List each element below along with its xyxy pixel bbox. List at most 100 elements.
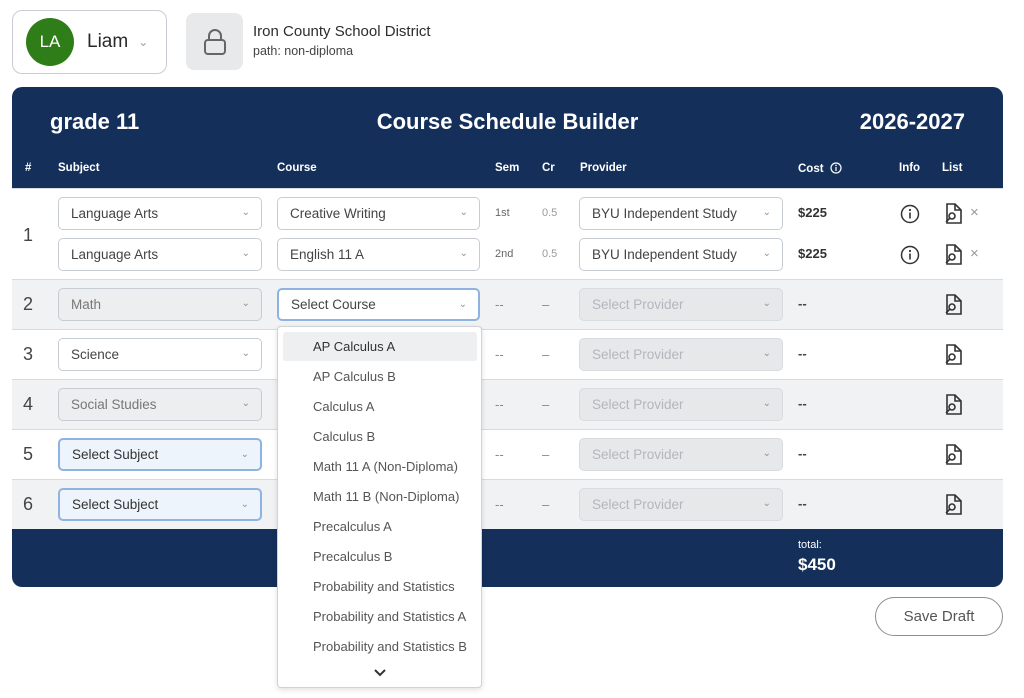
subject-value: Social Studies <box>71 397 157 412</box>
document-search-icon[interactable] <box>942 393 964 417</box>
col-cr: Cr <box>542 162 555 174</box>
document-search-icon[interactable] <box>942 343 964 367</box>
document-search-icon[interactable] <box>942 443 964 467</box>
subject-select[interactable]: Select Subject ⌄ <box>58 488 262 521</box>
total-cost: $450 <box>798 555 836 574</box>
scroll-down-chevron-icon[interactable] <box>278 668 481 680</box>
provider-value: Select Provider <box>592 297 684 312</box>
info-icon[interactable] <box>899 244 921 266</box>
document-search-icon[interactable] <box>942 243 964 267</box>
dropdown-option[interactable]: Math 11 A (Non-Diploma) <box>283 452 477 481</box>
row-number: 2 <box>23 294 34 314</box>
chevron-down-icon: ⌄ <box>762 448 771 459</box>
schedule-card: grade 11 Course Schedule Builder 2026-20… <box>12 87 1003 587</box>
col-course: Course <box>277 162 317 174</box>
save-draft-button[interactable]: Save Draft <box>875 597 1003 636</box>
table-row: 2 Math ⌄ Select Course ⌄ -- – Select Provi… <box>12 279 1003 329</box>
close-icon[interactable]: × <box>970 245 979 262</box>
col-cost: Cost <box>798 162 842 175</box>
subject-value: Select Subject <box>72 447 159 462</box>
chevron-down-icon: ⌄ <box>241 248 250 259</box>
row-number: 3 <box>23 344 34 364</box>
lock-icon[interactable] <box>186 13 243 70</box>
semester: -- <box>495 297 504 312</box>
card-footer: total: $450 <box>12 529 1003 587</box>
district-path: path: non-diploma <box>253 44 354 58</box>
provider-value: Select Provider <box>592 447 684 462</box>
document-search-icon[interactable] <box>942 202 964 226</box>
subject-select[interactable]: Science ⌄ <box>58 338 262 371</box>
dropdown-option[interactable]: Calculus A <box>283 392 477 421</box>
dropdown-option[interactable]: Probability and Statistics B <box>283 632 477 661</box>
provider-select: Select Provider ⌄ <box>579 338 783 371</box>
course-dropdown-menu: AP Calculus A AP Calculus B Calculus A C… <box>277 326 482 688</box>
course-select[interactable]: English 11 A ⌄ <box>277 238 480 271</box>
credits: – <box>542 347 550 362</box>
table-row: 5 Select Subject ⌄ -- – Select Provider ⌄ … <box>12 429 1003 479</box>
chevron-down-icon: ⌄ <box>762 498 771 509</box>
document-search-icon[interactable] <box>942 493 964 517</box>
course-cost: -- <box>798 346 807 361</box>
col-num: # <box>25 162 32 174</box>
dropdown-option[interactable]: Precalculus A <box>283 512 477 541</box>
chevron-down-icon: ⌄ <box>458 299 467 310</box>
dropdown-option[interactable]: Calculus B <box>283 422 477 451</box>
provider-value: BYU Independent Study <box>592 206 737 221</box>
semester: -- <box>495 497 504 512</box>
provider-select: Select Provider ⌄ <box>579 488 783 521</box>
dropdown-option[interactable]: Probability and Statistics A <box>283 602 477 631</box>
chevron-down-icon: ⌄ <box>241 298 250 309</box>
table-row: 3 Science ⌄ -- – Select Provider ⌄ -- <box>12 329 1003 379</box>
course-cost: -- <box>798 396 807 411</box>
dropdown-option[interactable]: Precalculus B <box>283 542 477 571</box>
subject-select[interactable]: Language Arts ⌄ <box>58 238 262 271</box>
course-value: Creative Writing <box>290 206 386 221</box>
credits: – <box>542 447 550 462</box>
course-select[interactable]: Select Course ⌄ <box>277 288 480 321</box>
district-info: Iron County School District path: non-di… <box>253 23 431 58</box>
document-search-icon[interactable] <box>942 293 964 317</box>
chevron-down-icon: ⌄ <box>241 348 250 359</box>
table-row: 6 Select Subject ⌄ -- – Select Provider ⌄ … <box>12 479 1003 529</box>
course-cost: $225 <box>798 246 827 261</box>
chevron-down-icon: ⌄ <box>241 207 250 218</box>
dropdown-option[interactable]: AP Calculus A <box>283 332 477 361</box>
table-row: 1 Language Arts ⌄ Creative Writing ⌄ 1st 0… <box>12 188 1003 279</box>
course-cost: -- <box>798 496 807 511</box>
subject-select[interactable]: Math ⌄ <box>58 288 262 321</box>
provider-select: Select Provider ⌄ <box>579 438 783 471</box>
semester: -- <box>495 347 504 362</box>
chevron-down-icon: ⌄ <box>459 248 468 259</box>
course-cost: $225 <box>798 205 827 220</box>
chevron-down-icon: ⌄ <box>762 348 771 359</box>
chevron-down-icon: ⌄ <box>762 207 771 218</box>
subject-value: Language Arts <box>71 247 159 262</box>
chevron-down-icon: ⌄ <box>240 449 249 460</box>
credits: 0.5 <box>542 207 558 219</box>
close-icon[interactable]: × <box>970 204 979 221</box>
subject-select[interactable]: Social Studies ⌄ <box>58 388 262 421</box>
chevron-down-icon: ⌄ <box>138 35 149 49</box>
subject-select[interactable]: Language Arts ⌄ <box>58 197 262 230</box>
info-icon[interactable] <box>899 203 921 225</box>
course-select[interactable]: Creative Writing ⌄ <box>277 197 480 230</box>
chevron-down-icon: ⌄ <box>762 298 771 309</box>
course-cost: -- <box>798 446 807 461</box>
provider-select[interactable]: BYU Independent Study ⌄ <box>579 238 783 271</box>
credits: – <box>542 397 550 412</box>
course-value: Select Course <box>291 297 376 312</box>
credits: 0.5 <box>542 248 558 260</box>
provider-select[interactable]: BYU Independent Study ⌄ <box>579 197 783 230</box>
semester: -- <box>495 447 504 462</box>
col-provider: Provider <box>580 162 627 174</box>
subject-select[interactable]: Select Subject ⌄ <box>58 438 262 471</box>
dropdown-option[interactable]: Probability and Statistics <box>283 572 477 601</box>
info-icon[interactable] <box>830 162 842 174</box>
provider-value: Select Provider <box>592 347 684 362</box>
row-number: 6 <box>23 494 34 514</box>
user-selector[interactable]: LA Liam ⌄ <box>12 10 167 74</box>
dropdown-option[interactable]: Math 11 B (Non-Diploma) <box>283 482 477 511</box>
dropdown-option[interactable]: AP Calculus B <box>283 362 477 391</box>
provider-select: Select Provider ⌄ <box>579 288 783 321</box>
semester: 2nd <box>495 248 514 260</box>
